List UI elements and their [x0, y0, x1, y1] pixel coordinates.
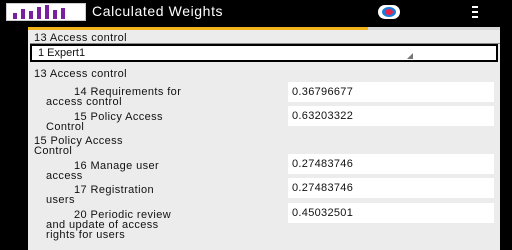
app-bar: Calculated Weights	[0, 0, 512, 24]
weight-value: 0.45032501	[292, 207, 354, 219]
progress-bar	[28, 27, 500, 30]
weight-value-box: 0.27483746	[288, 154, 494, 174]
criterion-label: 14 Requirements for access control	[46, 86, 182, 108]
weight-value-box: 0.45032501	[288, 203, 494, 223]
group-title: 13 Access control	[34, 68, 128, 80]
weight-value-box: 0.27483746	[288, 178, 494, 198]
dropdown-arrow-icon	[407, 53, 413, 59]
criterion-label: 17 Registration users	[46, 184, 154, 206]
expert-dropdown[interactable]: 1 Expert1	[30, 44, 498, 62]
weight-value: 0.36796677	[292, 86, 354, 98]
weight-value-box: 0.36796677	[288, 82, 494, 102]
overflow-menu-icon[interactable]	[472, 6, 478, 18]
content-panel: 13 Access control 1 Expert1 13 Access co…	[28, 27, 500, 250]
record-icon	[382, 7, 396, 17]
weight-value: 0.27483746	[292, 182, 354, 194]
weight-value: 0.27483746	[292, 158, 354, 170]
group-title: 15 Policy Access Control	[34, 135, 123, 157]
weight-value: 0.63203322	[292, 110, 354, 122]
expert-dropdown-value: 1 Expert1	[38, 47, 86, 59]
criterion-label: 15 Policy Access Control	[46, 111, 163, 133]
criterion-label: 20 Periodic review and update of access …	[46, 209, 172, 241]
app-logo-icon	[6, 3, 86, 21]
progress-fill	[28, 27, 368, 30]
app-title: Calculated Weights	[92, 3, 224, 19]
weight-value-box: 0.63203322	[288, 106, 494, 126]
record-button[interactable]	[378, 5, 400, 19]
criterion-label: 16 Manage user access	[46, 160, 160, 182]
